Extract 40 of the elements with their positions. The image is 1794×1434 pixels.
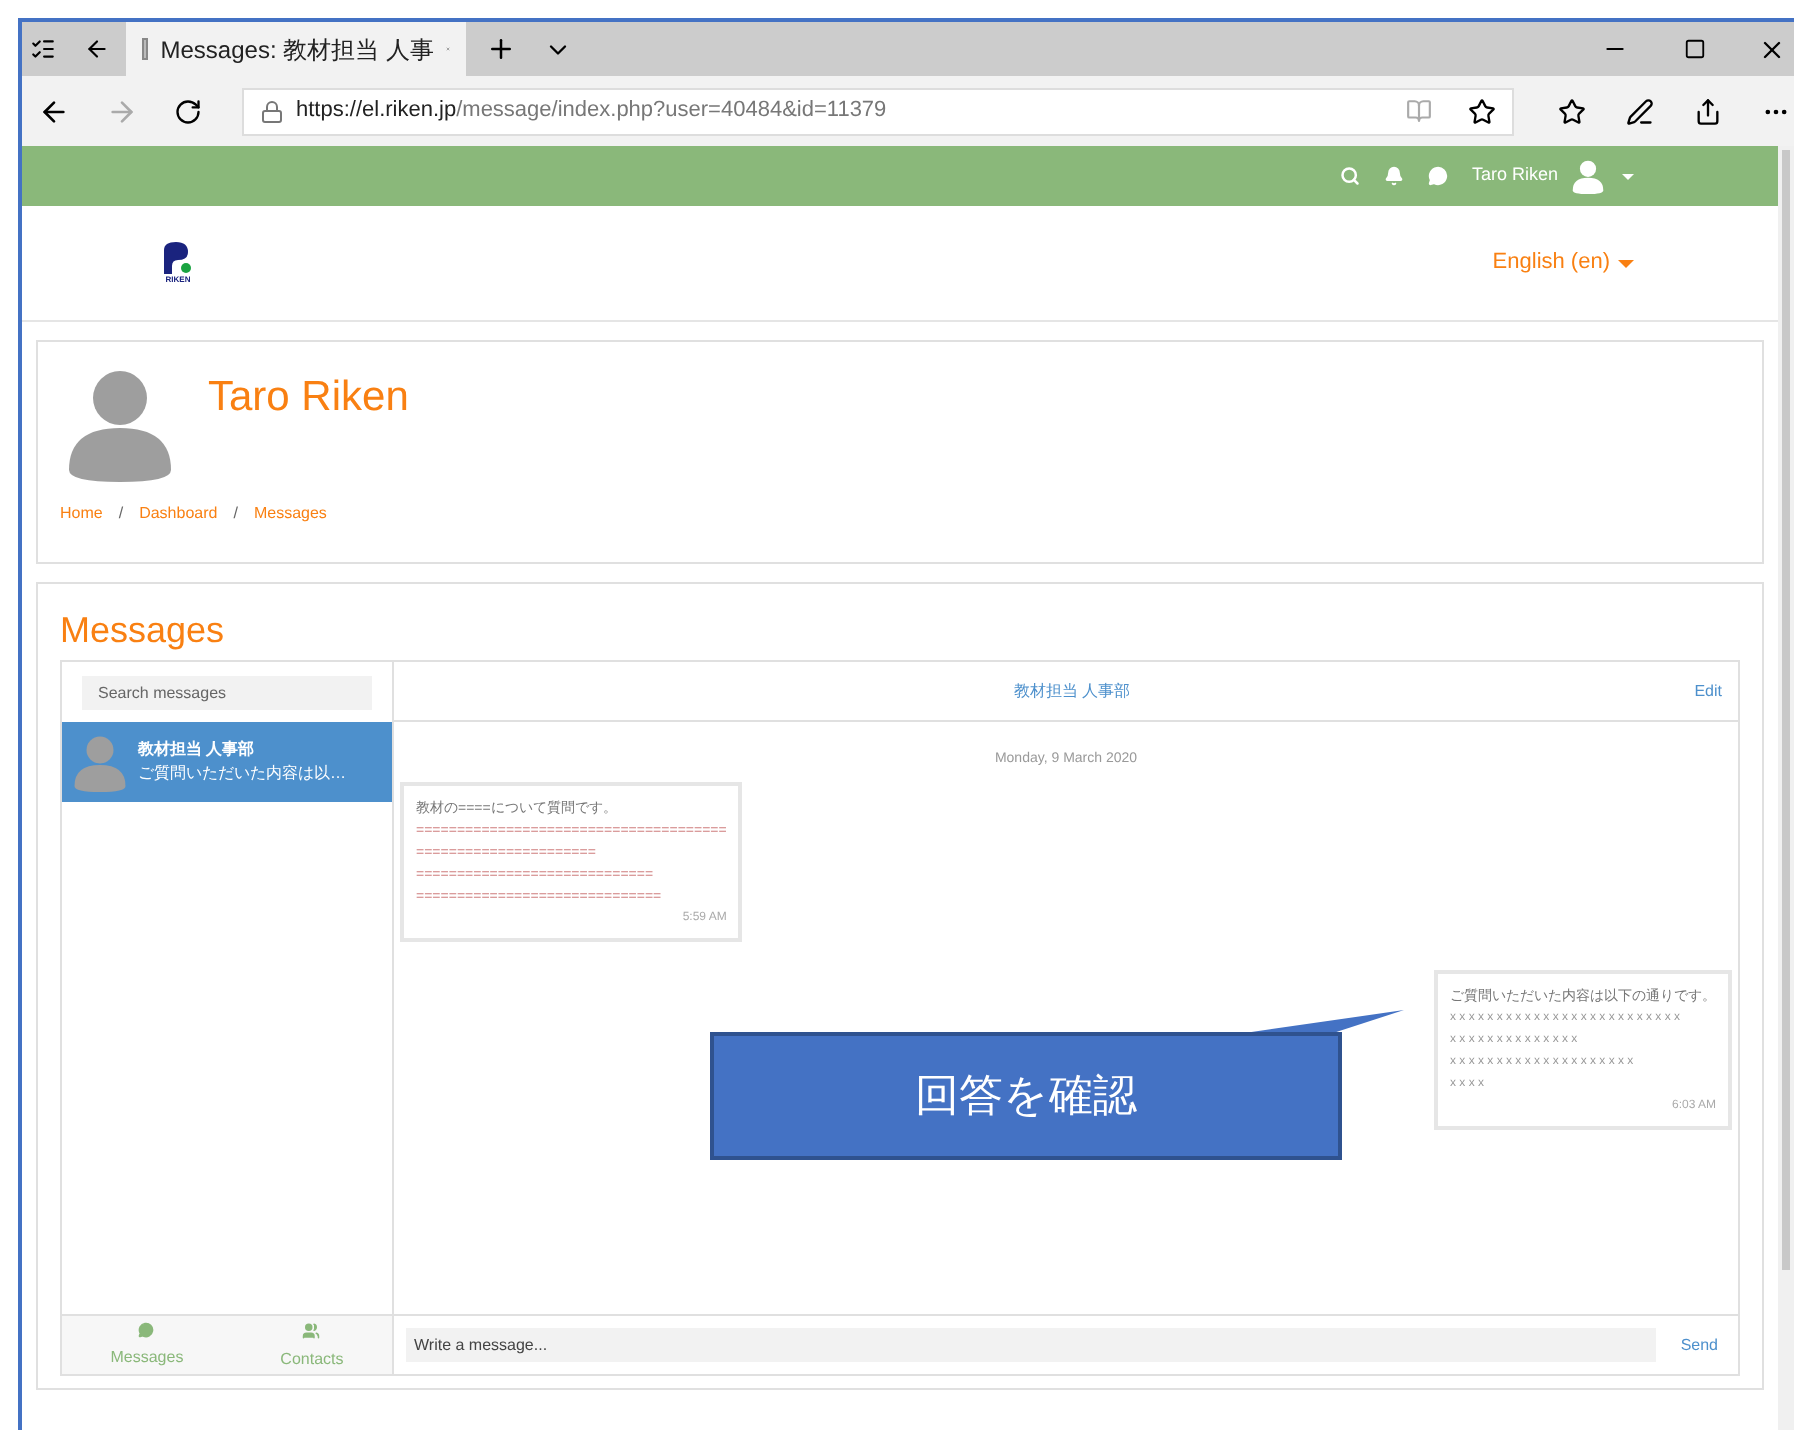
url-text: https://el.riken.jp/message/index.php?user=40484&id=11379: [296, 96, 887, 127]
refresh-icon[interactable]: [174, 97, 202, 125]
conversation-item[interactable]: 教材担当 人事部 ご質問いただいた内容は以…: [62, 722, 392, 802]
profile-name: Taro Riken: [208, 372, 409, 424]
new-tab-icon[interactable]: [486, 34, 516, 64]
breadcrumb-separator: /: [118, 502, 124, 526]
footer-tab[interactable]: Messages: [110, 1316, 184, 1374]
user-avatar: [1570, 158, 1606, 194]
thread-title: 教材担当 人事部: [1013, 679, 1131, 703]
contact-name: 教材担当 人事部: [138, 738, 257, 762]
send-button[interactable]: Send: [1672, 1333, 1726, 1357]
contacts-icon: [302, 1322, 321, 1340]
tab-aside-icon[interactable]: [84, 36, 110, 62]
breadcrumb-link[interactable]: Home: [60, 502, 103, 526]
tab-set-icon[interactable]: [30, 36, 56, 62]
message-preview: ご質問いただいた内容は以…: [138, 762, 346, 786]
tab-title: Messages: 教材担当 人事: [160, 33, 434, 67]
maximize-icon[interactable]: [1684, 38, 1706, 60]
footer-tab[interactable]: Contacts: [280, 1316, 344, 1374]
user-name[interactable]: Taro Riken: [1471, 162, 1558, 190]
pen-icon[interactable]: [1626, 97, 1654, 125]
url-field[interactable]: https://el.riken.jp/message/index.php?user=40484&id=11379: [242, 87, 1514, 135]
page-title: Messages: [60, 608, 227, 652]
lock-icon: [260, 99, 284, 123]
contact-avatar: [70, 732, 130, 792]
caret-icon[interactable]: [1618, 259, 1634, 267]
breadcrumb-link[interactable]: Dashboard: [139, 502, 218, 526]
back-icon[interactable]: [38, 95, 70, 127]
language-menu[interactable]: English (en): [1492, 246, 1610, 280]
message-field[interactable]: Write a message...: [406, 1328, 1657, 1362]
favorites-icon[interactable]: [1558, 97, 1586, 125]
chat-icon: [138, 1322, 155, 1338]
browser-tab[interactable]: Messages: 教材担当 人事: [126, 22, 466, 76]
star-icon[interactable]: [1468, 97, 1496, 125]
share-icon[interactable]: [1694, 97, 1722, 125]
breadcrumb-separator: /: [233, 502, 238, 526]
logo-icon: [162, 242, 194, 274]
search-field[interactable]: Search messages: [82, 675, 372, 709]
breadcrumb-link[interactable]: Messages: [253, 502, 327, 526]
edit-link[interactable]: Edit: [1694, 679, 1722, 703]
